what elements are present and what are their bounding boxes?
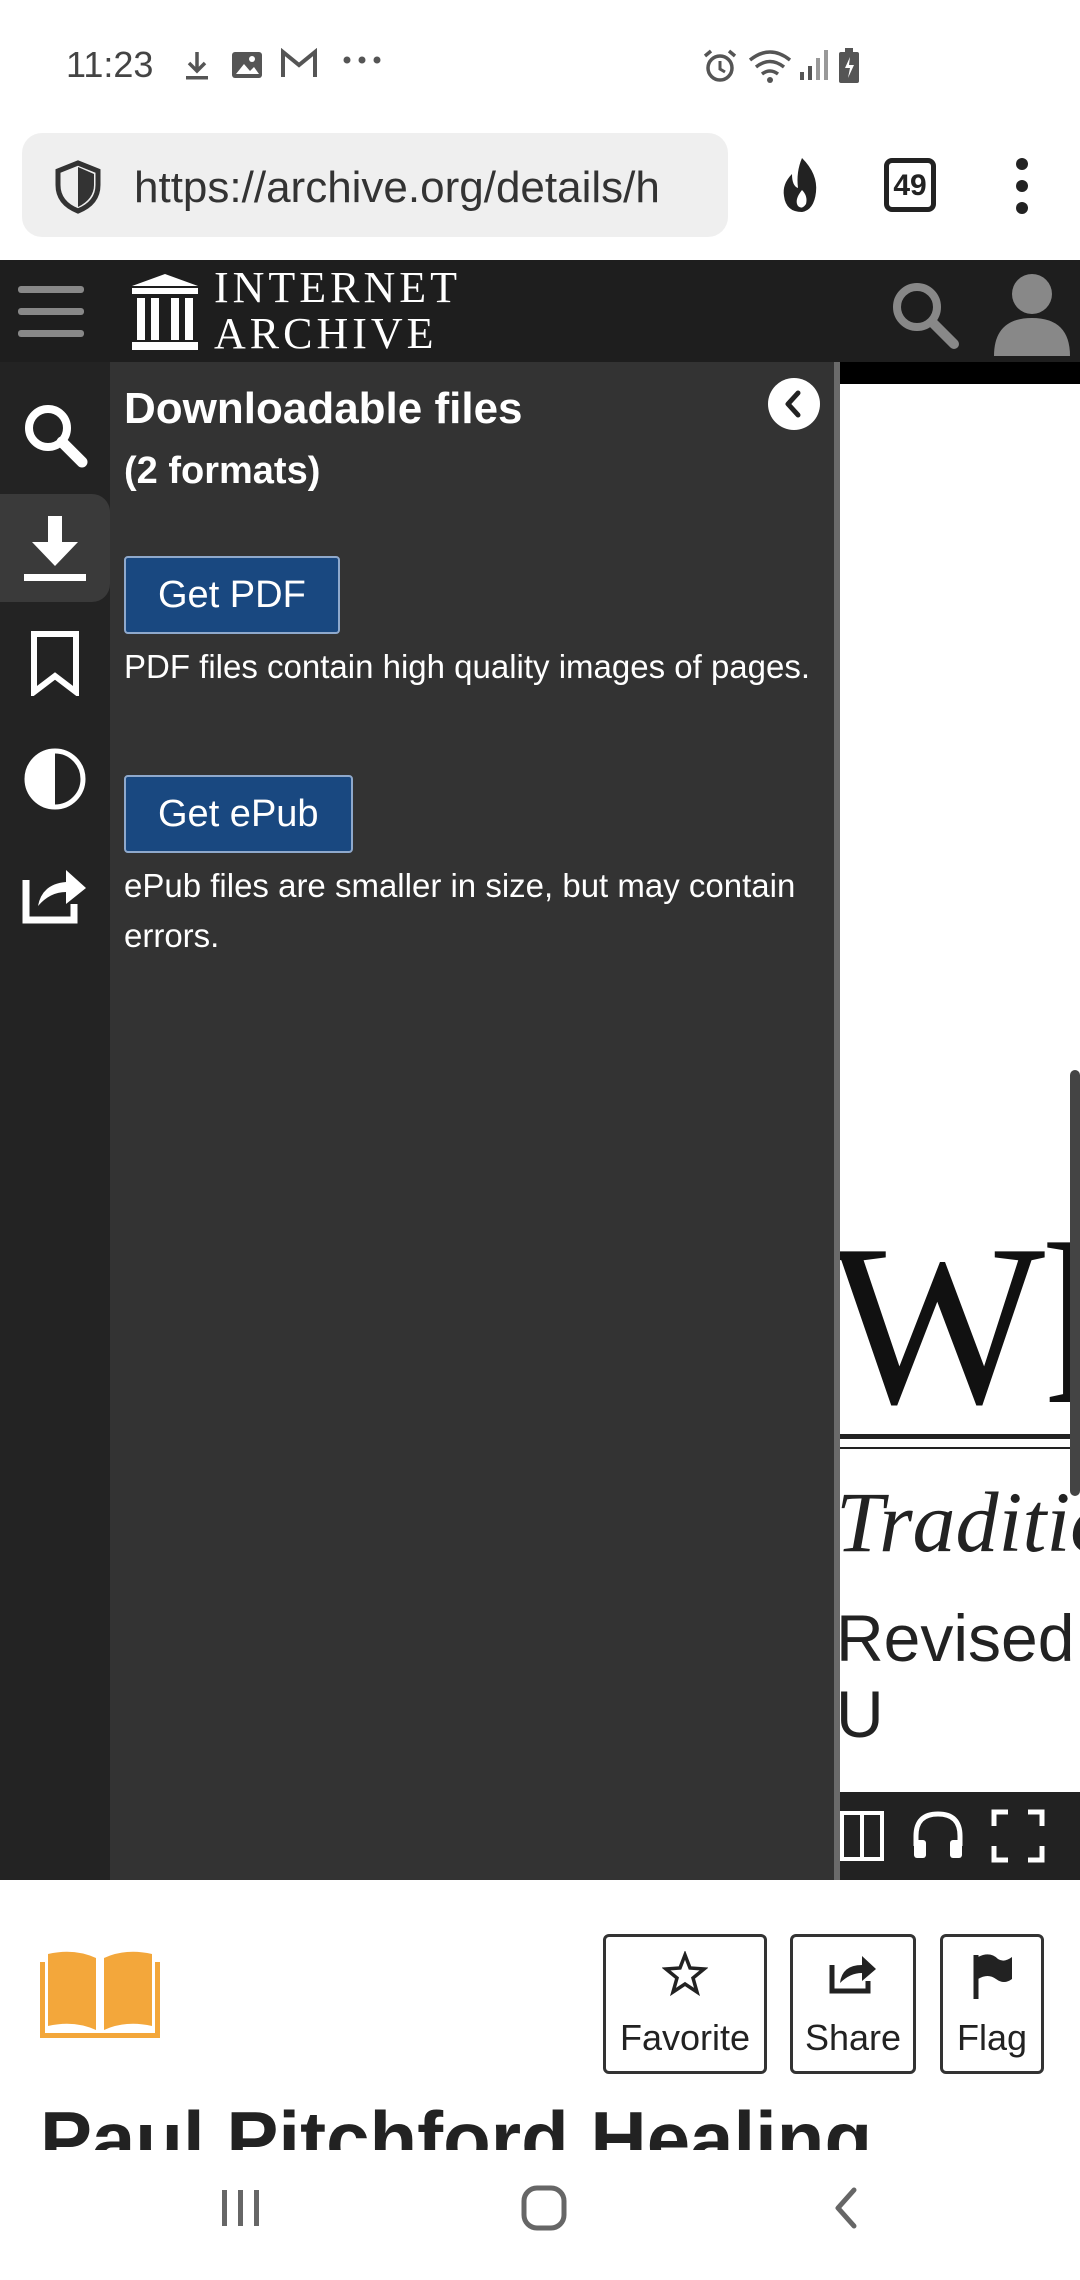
status-bar: 11:23 <box>0 0 1080 130</box>
favorite-button[interactable]: Favorite <box>603 1934 767 2074</box>
downloads-panel: Downloadable files (2 formats) Get PDF P… <box>110 362 836 1880</box>
book-page-heading: Wh <box>840 1197 1080 1452</box>
site-header: INTERNET ARCHIVE <box>0 260 1080 362</box>
flag-icon <box>973 1954 1012 1999</box>
gmail-icon <box>281 48 317 77</box>
recent-apps-icon[interactable] <box>218 2186 264 2230</box>
contrast-icon[interactable] <box>22 746 88 812</box>
hamburger-menu-icon[interactable] <box>18 284 84 338</box>
logo-text-line2[interactable]: ARCHIVE <box>214 308 438 359</box>
tab-count-button[interactable]: 49 <box>884 158 936 212</box>
star-icon <box>661 1950 709 1997</box>
headphones-icon[interactable] <box>910 1808 966 1864</box>
share-icon[interactable] <box>22 862 88 924</box>
url-bar[interactable]: https://archive.org/details/h <box>22 133 728 237</box>
image-icon <box>232 52 262 78</box>
book-page-edition: Revised, U <box>840 1601 1080 1751</box>
fire-icon[interactable] <box>774 154 830 216</box>
back-icon[interactable] <box>826 2184 866 2232</box>
collapse-panel-button[interactable] <box>768 378 820 430</box>
epub-description: ePub files are smaller in size, but may … <box>124 867 796 954</box>
download-icon <box>186 52 208 80</box>
flag-label: Flag <box>956 2017 1028 2058</box>
download-icon[interactable] <box>22 514 88 582</box>
battery-icon <box>839 48 859 83</box>
fullscreen-icon[interactable] <box>990 1808 1046 1864</box>
get-pdf-button[interactable]: Get PDF <box>124 556 340 634</box>
book-rule <box>840 1434 1080 1439</box>
two-page-view-icon[interactable] <box>840 1810 886 1862</box>
overflow-menu-icon[interactable] <box>1004 156 1040 216</box>
item-details: Favorite Share Flag Paul Pitchford Heali… <box>0 1880 1080 2150</box>
wifi-icon <box>748 50 792 83</box>
book-icon <box>40 1951 160 2038</box>
system-nav-bar <box>0 2150 1080 2280</box>
panel-title: Downloadable files <box>124 384 523 433</box>
viewer-top-bar <box>840 362 1080 384</box>
flag-button[interactable]: Flag <box>940 1934 1044 2074</box>
home-icon[interactable] <box>520 2184 568 2232</box>
viewer-scrollbar[interactable] <box>1070 1070 1080 1496</box>
search-icon[interactable] <box>20 400 90 470</box>
get-epub-button[interactable]: Get ePub <box>124 775 353 853</box>
signal-icon <box>800 50 828 80</box>
shield-icon[interactable] <box>50 159 106 215</box>
alarm-icon <box>703 49 737 82</box>
favorite-label: Favorite <box>619 2017 751 2058</box>
share-icon <box>829 1956 876 1994</box>
viewer-toolbar <box>840 1792 1080 1880</box>
share-label: Share <box>804 2017 902 2058</box>
url-text[interactable]: https://archive.org/details/h <box>134 163 724 213</box>
user-account-icon[interactable] <box>994 272 1070 356</box>
item-title: Paul Pitchford Healing <box>40 2095 873 2150</box>
share-button[interactable]: Share <box>790 1934 916 2074</box>
logo-text-line1[interactable]: INTERNET <box>214 262 461 313</box>
book-viewer[interactable]: Wh Traditio Revised, U <box>840 362 1080 1880</box>
book-page-subtitle: Traditio <box>840 1474 1080 1570</box>
search-icon[interactable] <box>890 280 960 350</box>
more-icon <box>343 56 381 64</box>
bookmark-icon[interactable] <box>30 630 80 696</box>
book-rule <box>840 1447 1080 1449</box>
internet-archive-logo-icon[interactable] <box>130 272 200 352</box>
panel-subtitle: (2 formats) <box>124 450 321 492</box>
pdf-description: PDF files contain high quality images of… <box>124 648 811 685</box>
chevron-left-icon <box>785 390 801 418</box>
status-time: 11:23 <box>66 44 154 85</box>
